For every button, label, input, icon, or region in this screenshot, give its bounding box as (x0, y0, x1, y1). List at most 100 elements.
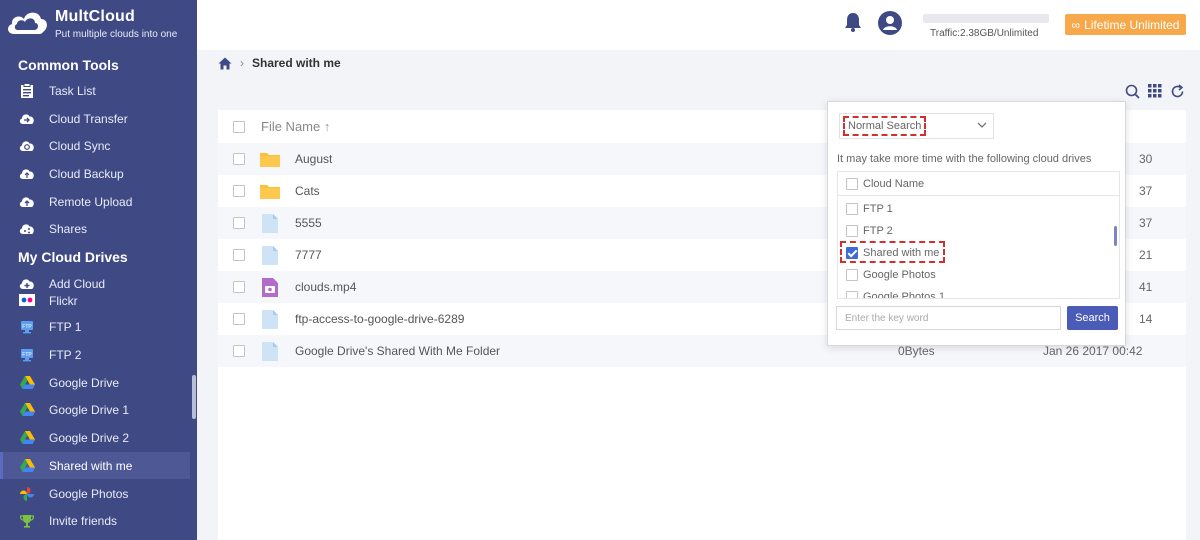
cloud-checkbox[interactable] (846, 203, 858, 215)
cloud-backup-icon (19, 166, 35, 182)
sidebar-item-shared-with-me[interactable]: Shared with me (0, 452, 190, 479)
row-checkbox[interactable] (233, 153, 245, 165)
row-checkbox[interactable] (233, 345, 245, 357)
row-checkbox[interactable] (233, 185, 245, 197)
sidebar-item-flickr[interactable]: Flickr (0, 294, 190, 308)
home-icon[interactable] (218, 57, 232, 70)
row-checkbox[interactable] (233, 217, 245, 229)
file-date: 37 (1139, 184, 1153, 198)
sidebar-item-label: Cloud Sync (49, 138, 111, 153)
chevron-right-icon: › (240, 56, 244, 70)
row-checkbox[interactable] (233, 281, 245, 293)
file-icon (260, 341, 280, 361)
file-icon (260, 309, 280, 329)
file-icon (260, 213, 280, 233)
search-button[interactable]: Search (1067, 306, 1118, 330)
sidebar-item-remote-upload[interactable]: Remote Upload (0, 188, 190, 215)
search-hint: It may take more time with the following… (837, 153, 1092, 165)
cloud-sync-icon (19, 138, 35, 154)
cloud-list: Cloud Name FTP 1 FTP 2 Shared with me Go… (837, 171, 1120, 299)
traffic-progress-bar (923, 14, 1049, 23)
sidebar: MultCloud Put multiple clouds into one C… (0, 0, 197, 540)
add-cloud-icon (19, 276, 35, 292)
sidebar-item-label: Shared with me (49, 458, 133, 473)
grid-view-icon[interactable] (1148, 84, 1162, 98)
sidebar-item-ftp-1[interactable]: FTP FTP 1 (0, 313, 190, 340)
sidebar-item-task-list[interactable]: Task List (0, 77, 190, 104)
row-checkbox[interactable] (233, 313, 245, 325)
file-name: 7777 (295, 248, 322, 262)
cloud-checkbox[interactable] (846, 291, 858, 298)
cloud-option[interactable]: FTP 1 (838, 198, 1108, 220)
cloud-option-label: FTP 2 (863, 225, 893, 237)
cloud-name-header: Cloud Name (863, 177, 925, 190)
common-tools-title: Common Tools (18, 57, 119, 73)
sidebar-item-add-cloud[interactable]: Add Cloud (0, 270, 190, 297)
sidebar-item-label: Invite friends (49, 513, 118, 528)
google-drive-icon (19, 375, 35, 391)
file-name: August (295, 152, 333, 166)
cloud-option-label: Google Photos (863, 269, 936, 281)
keyword-input[interactable] (836, 306, 1061, 330)
remote-upload-icon (19, 194, 35, 210)
sidebar-item-google-drive-1[interactable]: Google Drive 1 (0, 396, 190, 423)
cloud-option[interactable]: FTP 2 (838, 220, 1108, 242)
file-name: Cats (295, 184, 320, 198)
row-checkbox[interactable] (233, 249, 245, 261)
refresh-icon[interactable] (1170, 84, 1185, 99)
sidebar-item-ftp-2[interactable]: FTP FTP 2 (0, 341, 190, 368)
sidebar-item-label: Google Drive 1 (49, 402, 130, 417)
cloud-list-header: Cloud Name (838, 172, 1119, 196)
sidebar-item-google-photos[interactable]: Google Photos (0, 480, 190, 507)
sidebar-item-shares[interactable]: Shares (0, 215, 190, 242)
bell-icon[interactable] (842, 11, 864, 33)
cloud-option[interactable]: Google Photos (838, 264, 1108, 286)
file-size: 0Bytes (898, 344, 935, 358)
google-photos-icon (19, 486, 35, 502)
google-drive-icon (19, 402, 35, 418)
sidebar-item-cloud-sync[interactable]: Cloud Sync (0, 132, 190, 159)
user-avatar[interactable] (878, 11, 902, 35)
select-all-clouds-checkbox[interactable] (846, 177, 858, 190)
file-name: ftp-access-to-google-drive-6289 (295, 312, 465, 326)
flickr-icon (19, 294, 35, 308)
cloud-option[interactable]: Google Photos 1 (838, 286, 1108, 299)
file-date: Jan 26 2017 00:42 (1043, 344, 1143, 358)
select-all-checkbox[interactable] (233, 120, 245, 133)
lifetime-unlimited-button[interactable]: ∞ Lifetime Unlimited (1065, 14, 1186, 35)
infinity-icon: ∞ (1071, 17, 1081, 32)
cloud-checkbox[interactable] (846, 225, 858, 237)
sidebar-item-cloud-backup[interactable]: Cloud Backup (0, 160, 190, 187)
sidebar-item-label: Shares (49, 221, 88, 236)
trophy-icon (19, 513, 35, 529)
folder-icon (260, 150, 280, 168)
video-file-icon (260, 277, 280, 297)
sidebar-item-label: Google Photos (49, 486, 129, 501)
sidebar-item-label: Cloud Backup (49, 166, 124, 181)
sidebar-item-invite-friends[interactable]: Invite friends (0, 507, 190, 534)
sidebar-item-google-drive-2[interactable]: Google Drive 2 (0, 424, 190, 451)
file-date: 37 (1139, 216, 1153, 230)
sidebar-item-google-drive[interactable]: Google Drive (0, 369, 190, 396)
file-name-column-header[interactable]: File Name ↑ (261, 119, 330, 134)
brand-name: MultCloud (55, 8, 135, 25)
search-icon[interactable] (1125, 84, 1140, 99)
search-mode-select[interactable]: Normal Search (839, 113, 994, 139)
toolbar-icons (1125, 84, 1185, 99)
sidebar-scrollbar[interactable] (192, 375, 196, 419)
cloud-checkbox[interactable] (846, 269, 858, 281)
cloud-option-label: Google Photos 1 (863, 291, 945, 299)
sidebar-item-label: Cloud Transfer (49, 111, 128, 126)
brand[interactable]: MultCloud Put multiple clouds into one (0, 0, 197, 46)
sidebar-item-label: Task List (49, 83, 96, 98)
chevron-down-icon (977, 122, 987, 128)
cloud-list-scrollbar[interactable] (1114, 226, 1117, 246)
lifetime-label: Lifetime Unlimited (1084, 17, 1180, 32)
file-name: 5555 (295, 216, 322, 230)
file-name: clouds.mp4 (295, 280, 357, 294)
svg-text:FTP: FTP (22, 352, 32, 358)
file-name: Google Drive's Shared With Me Folder (295, 344, 501, 358)
file-date: 41 (1139, 280, 1153, 294)
sidebar-item-cloud-transfer[interactable]: Cloud Transfer (0, 105, 190, 132)
search-popup: Normal Search It may take more time with… (827, 101, 1126, 346)
